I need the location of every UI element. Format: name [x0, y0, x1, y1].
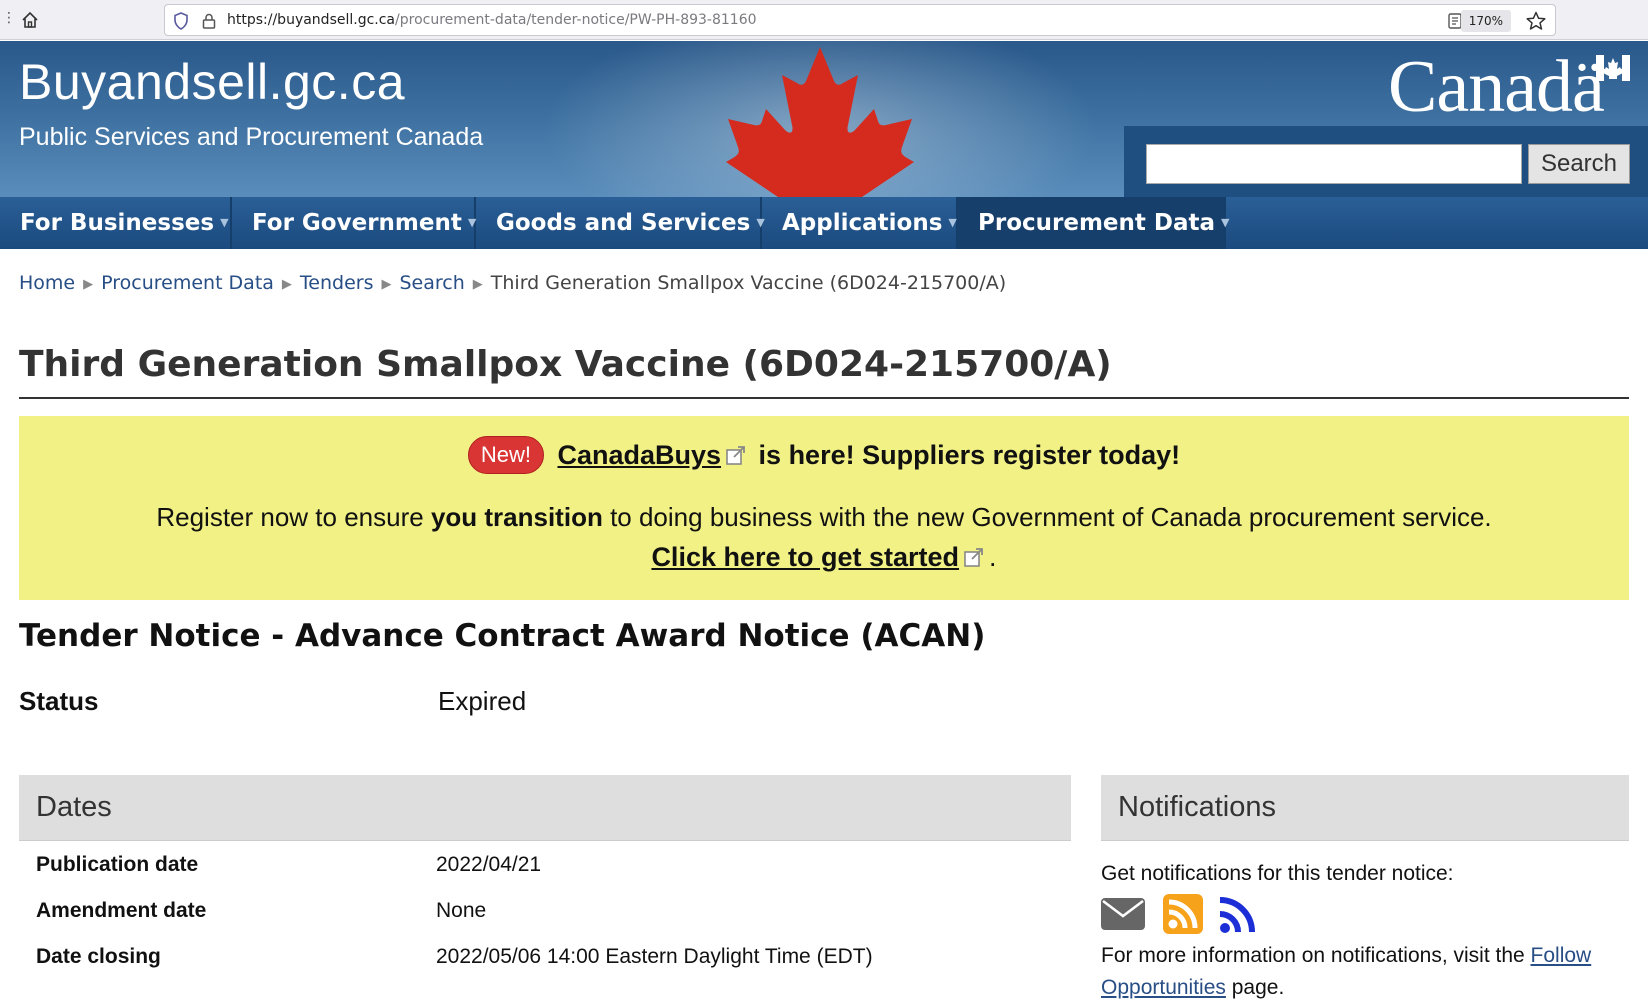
breadcrumb-separator-icon: ▶ — [381, 277, 392, 292]
nav-label: For Government — [252, 210, 462, 236]
url-host: https://buyandsell.gc.ca — [227, 12, 396, 28]
url-path: /procurement-data/tender-notice/PW-PH-89… — [395, 12, 757, 28]
notifications-heading: Notifications — [1118, 791, 1276, 823]
edge-menu-icon[interactable]: ⋮ — [2, 10, 16, 26]
nav-applications[interactable]: Applications ▼ — [762, 197, 958, 249]
browser-toolbar: ⋮ https://buyandsell.gc.ca/procurement-d… — [0, 0, 1648, 40]
follow-opportunities-link-cont[interactable]: Opportunities — [1101, 976, 1226, 999]
search-panel: Search — [1124, 126, 1648, 197]
feed-icon[interactable] — [1217, 894, 1261, 934]
canada-flag-icon — [1596, 55, 1630, 81]
page-title: Third Generation Smallpox Vaccine (6D024… — [19, 344, 1112, 385]
new-badge: New! — [467, 436, 544, 474]
notice-body-bold: you transition — [430, 502, 603, 532]
notice-body-part: to doing business with the new Governmen… — [602, 502, 1492, 532]
breadcrumb-current: Third Generation Smallpox Vaccine (6D024… — [490, 272, 1007, 294]
external-link-icon — [726, 446, 745, 465]
more-info-page: page. — [1225, 976, 1285, 999]
notice-headline: New! CanadaBuys is here! Suppliers regis… — [19, 436, 1629, 476]
notice-body-part: Register now to ensure — [156, 502, 431, 532]
notice-body: Register now to ensure you transition to… — [19, 502, 1629, 533]
notifications-intro: Get notifications for this tender notice… — [1101, 862, 1454, 885]
more-info-text: For more information on notifications, v… — [1101, 944, 1531, 967]
breadcrumb-separator-icon: ▶ — [281, 277, 292, 292]
nav-label: Goods and Services — [496, 210, 751, 236]
canada-wordmark: Canadä — [1388, 46, 1605, 128]
search-button[interactable]: Search — [1528, 144, 1630, 184]
site-search-input[interactable] — [1146, 144, 1522, 184]
home-icon[interactable] — [20, 10, 40, 30]
external-link-icon — [964, 547, 983, 567]
maple-leaf-icon — [726, 47, 914, 197]
amendment-date-label: Amendment date — [36, 899, 207, 922]
notifications-panel-header: Notifications — [1101, 775, 1629, 841]
dates-panel-header: Dates — [19, 775, 1071, 841]
caret-down-icon: ▼ — [948, 216, 957, 229]
email-icon[interactable] — [1101, 894, 1145, 934]
cta-period: . — [989, 542, 997, 572]
breadcrumb-home[interactable]: Home — [19, 272, 75, 294]
follow-opportunities-link[interactable]: Follow — [1531, 944, 1592, 967]
url-text[interactable]: https://buyandsell.gc.ca/procurement-dat… — [227, 12, 757, 28]
closing-date-label: Date closing — [36, 945, 161, 968]
nav-label: Procurement Data — [978, 210, 1216, 236]
get-started-link[interactable]: Click here to get started — [651, 542, 959, 572]
nav-for-government[interactable]: For Government ▼ — [232, 197, 476, 249]
caret-down-icon: ▼ — [220, 216, 229, 229]
amendment-date-value: None — [436, 899, 487, 922]
publication-date-label: Publication date — [36, 853, 199, 876]
notifications-more-info: For more information on notifications, v… — [1101, 944, 1591, 968]
nav-for-businesses[interactable]: For Businesses ▼ — [0, 197, 232, 249]
bookmark-star-icon[interactable] — [1525, 10, 1547, 32]
notice-cta-line: Click here to get started. — [19, 542, 1629, 573]
breadcrumb-separator-icon: ▶ — [83, 277, 94, 292]
notice-headline-rest: is here! Suppliers register today! — [758, 440, 1181, 471]
site-header-banner: Buyandsell.gc.ca Public Services and Pro… — [0, 41, 1648, 197]
tender-notice-heading: Tender Notice - Advance Contract Award N… — [19, 618, 986, 654]
closing-date-value: 2022/05/06 14:00 Eastern Daylight Time (… — [436, 945, 873, 968]
shield-icon[interactable] — [173, 12, 189, 30]
breadcrumb-separator-icon: ▶ — [472, 277, 483, 292]
dates-heading: Dates — [36, 791, 112, 823]
zoom-level-badge[interactable]: 170% — [1460, 10, 1511, 32]
notifications-more-info-cont: Opportunities page. — [1101, 976, 1284, 1000]
site-title[interactable]: Buyandsell.gc.ca — [19, 53, 405, 111]
site-subtitle: Public Services and Procurement Canada — [19, 123, 484, 151]
main-navigation: For Businesses ▼ For Government ▼ Goods an… — [0, 197, 1648, 249]
title-divider — [19, 397, 1629, 399]
breadcrumb-tenders[interactable]: Tenders — [300, 272, 374, 294]
breadcrumb-procurement-data[interactable]: Procurement Data — [101, 272, 274, 294]
breadcrumb: Home ▶ Procurement Data ▶ Tenders ▶ Search ▶ Thi… — [19, 272, 1006, 294]
canadabuys-link[interactable]: CanadaBuys — [557, 440, 721, 470]
nav-goods-and-services[interactable]: Goods and Services ▼ — [476, 197, 765, 249]
publication-date-value: 2022/04/21 — [436, 853, 542, 876]
nav-procurement-data[interactable]: Procurement Data ▼ — [958, 197, 1230, 249]
status-value: Expired — [438, 686, 527, 716]
status-label: Status — [19, 686, 99, 716]
canadabuys-notice: New! CanadaBuys is here! Suppliers regis… — [19, 416, 1629, 600]
caret-down-icon: ▼ — [1221, 216, 1230, 229]
url-bar[interactable]: https://buyandsell.gc.ca/procurement-dat… — [164, 4, 1556, 36]
rss-icon[interactable] — [1161, 894, 1205, 934]
breadcrumb-search[interactable]: Search — [400, 272, 465, 294]
lock-icon[interactable] — [201, 12, 217, 30]
nav-label: For Businesses — [20, 210, 215, 236]
nav-label: Applications — [782, 210, 943, 236]
